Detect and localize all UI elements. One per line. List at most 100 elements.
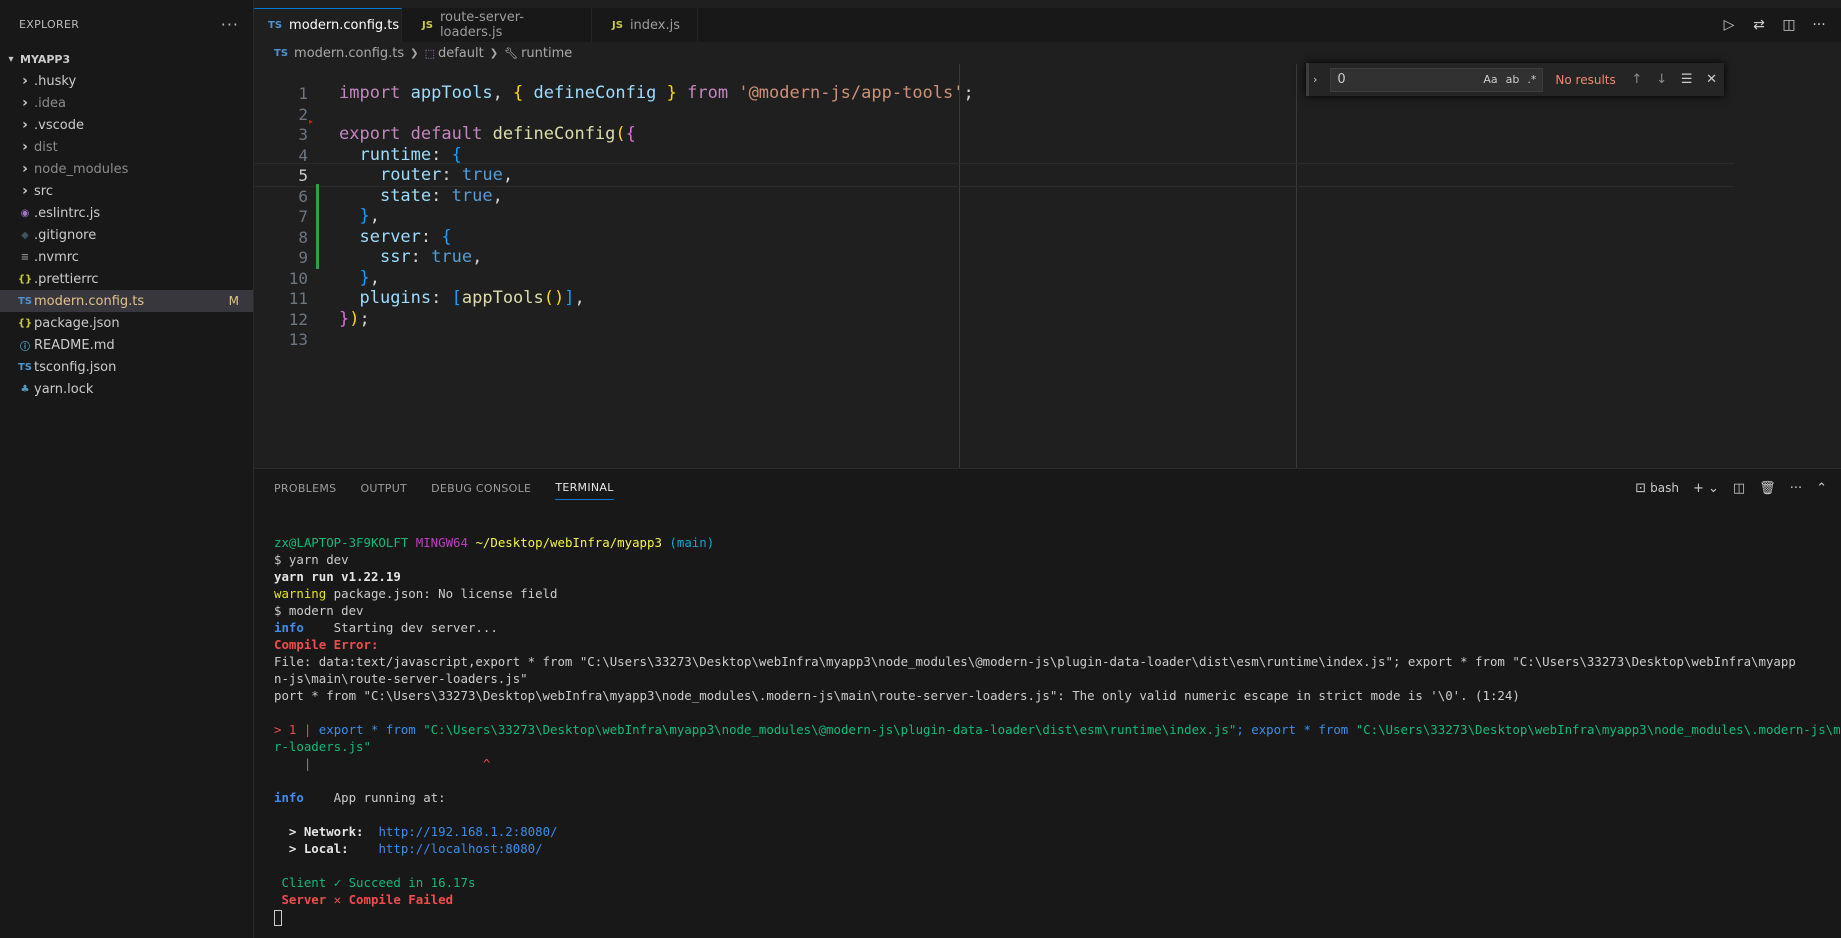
editor-tabs: TS modern.config.ts M × JS route-server-…: [254, 8, 1841, 42]
file-item-prettierrc[interactable]: {} .prettierrc: [0, 268, 253, 290]
chevron-up-icon[interactable]: ⌃: [1816, 481, 1827, 496]
code-editor[interactable]: ▸ 1 import appTools, { defineConfig } fr…: [254, 64, 1841, 468]
tab-label: index.js: [629, 17, 681, 33]
terminal-line: Compile Error:: [274, 637, 379, 652]
trash-icon[interactable]: 🗑︎: [1759, 481, 1776, 496]
line-number: 6: [298, 186, 308, 206]
file-type-icon: ≡: [20, 251, 30, 263]
file-item-yarn-lock[interactable]: ♣ yarn.lock: [0, 378, 253, 400]
toggle-replace-icon[interactable]: ›: [1313, 73, 1326, 86]
folder-item-vscode[interactable]: › .vscode: [0, 114, 253, 136]
tree-item-label: .vscode: [34, 117, 84, 133]
bottom-panel: PROBLEMS OUTPUT DEBUG CONSOLE TERMINAL ⊡…: [254, 468, 1841, 938]
line-number: 7: [298, 206, 308, 226]
previous-match-icon[interactable]: ↑: [1624, 72, 1649, 87]
more-actions-icon[interactable]: ···: [1790, 481, 1802, 496]
explorer-header: EXPLORER ···: [0, 0, 253, 48]
line-number: 4: [298, 145, 308, 165]
shell-name[interactable]: bash: [1650, 481, 1679, 495]
tree-item-label: .idea: [34, 95, 66, 111]
file-type-icon: ◆: [21, 229, 29, 241]
folder-item-dist[interactable]: › dist: [0, 136, 253, 158]
find-input[interactable]: 0 Aa ab .*: [1330, 67, 1544, 92]
more-actions-icon[interactable]: ···: [221, 15, 239, 34]
terminal-line: zx@LAPTOP-3F9KOLFT MINGW64 ~/Desktop/web…: [274, 535, 715, 550]
tab-index-js[interactable]: JS index.js: [592, 8, 698, 42]
file-item-gitignore[interactable]: ◆ .gitignore: [0, 224, 253, 246]
terminal-line: > Local: http://localhost:8080/: [274, 841, 543, 856]
tab-debug-console[interactable]: DEBUG CONSOLE: [431, 476, 531, 500]
tree-item-label: src: [34, 183, 53, 199]
typescript-icon: TS: [268, 20, 283, 31]
terminal-line: port * from "C:\Users\33273\Desktop\webI…: [274, 688, 1520, 703]
terminal-line: yarn run v1.22.19: [274, 569, 401, 584]
terminal-line: r-loaders.js": [274, 739, 371, 754]
tree-item-label: .nvmrc: [34, 249, 79, 265]
file-item-tsconfig-json[interactable]: TS tsconfig.json: [0, 356, 253, 378]
find-in-selection-icon[interactable]: ☰: [1674, 72, 1699, 87]
line-number: 3: [298, 124, 308, 144]
folder-item-src[interactable]: › src: [0, 180, 253, 202]
breadcrumb: TS modern.config.ts ❯ ⬚ default ❯ 🔧︎ run…: [254, 42, 1841, 64]
regex-icon[interactable]: .*: [1527, 73, 1536, 86]
terminal-line: $ modern dev: [274, 603, 364, 618]
line-number: 1: [298, 83, 308, 103]
chevron-right-icon: ›: [22, 139, 28, 155]
tree-item-label: README.md: [34, 337, 115, 353]
file-item-package-json[interactable]: {} package.json: [0, 312, 253, 334]
tree-item-label: node_modules: [34, 161, 129, 177]
terminal-line: info Starting dev server...: [274, 620, 498, 635]
file-type-icon: ◉: [20, 207, 30, 219]
tab-modern-config[interactable]: TS modern.config.ts M ×: [254, 8, 435, 42]
file-item-modern-config-ts[interactable]: TS modern.config.ts M: [0, 290, 253, 312]
compare-changes-icon[interactable]: ⇄: [1751, 17, 1767, 33]
folder-item-node-modules[interactable]: › node_modules: [0, 158, 253, 180]
tab-route-server-loaders[interactable]: JS route-server-loaders.js: [402, 8, 592, 42]
tree-item-label: dist: [34, 139, 58, 155]
title-strip: [254, 0, 1841, 8]
split-editor-icon[interactable]: ◫: [1781, 17, 1797, 33]
terminal-output[interactable]: zx@LAPTOP-3F9KOLFT MINGW64 ~/Desktop/web…: [274, 534, 1841, 926]
more-actions-icon[interactable]: ···: [1811, 17, 1827, 33]
terminal-icon: ⊡: [1635, 480, 1647, 496]
folder-item-husky[interactable]: › .husky: [0, 70, 253, 92]
chevron-right-icon: ›: [22, 73, 28, 89]
breadcrumb-default[interactable]: default: [438, 46, 484, 61]
file-type-icon: TS: [17, 295, 33, 307]
file-item-nvmrc[interactable]: ≡ .nvmrc: [0, 246, 253, 268]
line-number: 8: [298, 227, 308, 247]
file-item-eslintrc-js[interactable]: ◉ .eslintrc.js: [0, 202, 253, 224]
folder-item-idea[interactable]: › .idea: [0, 92, 253, 114]
tab-problems[interactable]: PROBLEMS: [274, 476, 336, 500]
tree-item-label: .gitignore: [34, 227, 97, 243]
tree-item-label: .husky: [34, 73, 77, 89]
run-icon[interactable]: ▷: [1721, 17, 1737, 33]
find-input-value[interactable]: 0: [1337, 72, 1345, 87]
tab-output[interactable]: OUTPUT: [360, 476, 407, 500]
tree-item-label: yarn.lock: [34, 381, 94, 397]
breadcrumb-runtime[interactable]: runtime: [521, 46, 572, 61]
line-number: 9: [298, 247, 308, 267]
close-icon[interactable]: ✕: [1699, 72, 1724, 87]
code-line-13[interactable]: 13: [254, 327, 1734, 351]
chevron-right-icon: ›: [22, 117, 28, 133]
file-item-readme-md[interactable]: ⓘ README.md: [0, 334, 253, 356]
explorer-title: EXPLORER: [19, 17, 80, 31]
line-number: 13: [288, 329, 308, 349]
match-whole-word-icon[interactable]: ab: [1506, 73, 1520, 86]
next-match-icon[interactable]: ↓: [1649, 72, 1674, 87]
tab-terminal[interactable]: TERMINAL: [555, 476, 614, 500]
line-number: 12: [288, 309, 308, 329]
breadcrumb-file[interactable]: modern.config.ts: [294, 46, 404, 61]
tree-item-label: modern.config.ts: [34, 293, 145, 309]
project-folder[interactable]: ▾ MYAPP3: [0, 48, 253, 70]
new-terminal-icon[interactable]: + ⌄: [1693, 481, 1719, 496]
terminal-line: warning package.json: No license field: [274, 586, 558, 601]
match-case-icon[interactable]: Aa: [1483, 73, 1497, 86]
editor-actions: ▷ ⇄ ◫ ···: [1721, 8, 1827, 42]
split-terminal-icon[interactable]: ◫: [1733, 481, 1745, 496]
terminal-line: Server ✕ Compile Failed: [274, 892, 454, 907]
wrench-icon: 🔧︎: [504, 46, 519, 60]
find-widget: › 0 Aa ab .* No results ↑ ↓ ☰ ✕: [1306, 63, 1724, 96]
terminal-line: Client ✓ Succeed in 16.17s: [274, 875, 476, 890]
